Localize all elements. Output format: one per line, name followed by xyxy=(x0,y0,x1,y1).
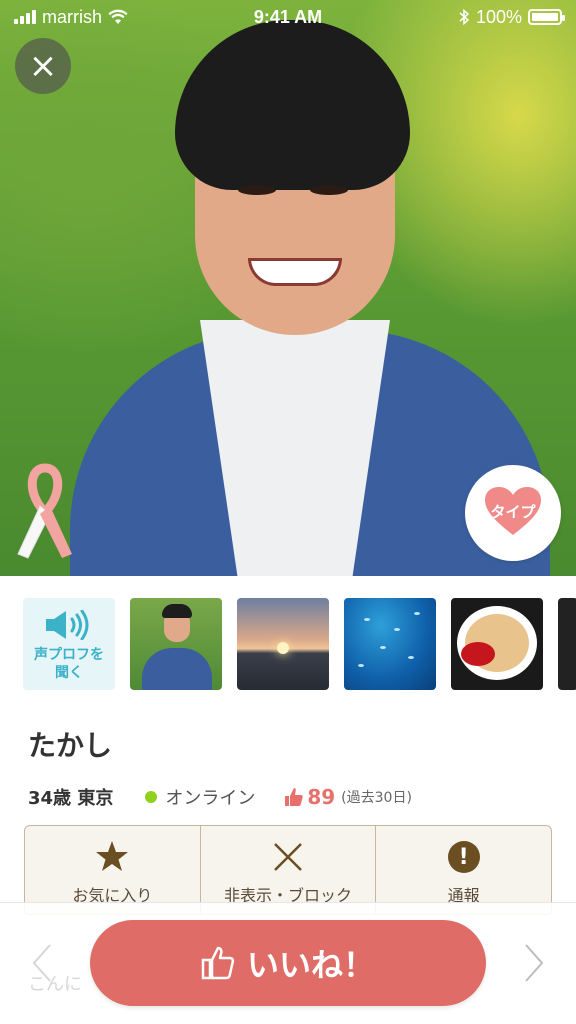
thumbs-up-icon xyxy=(285,788,304,806)
voice-profile-label: 声プロフを聞く xyxy=(34,647,104,681)
close-button[interactable]: × xyxy=(15,38,71,94)
star-icon xyxy=(96,841,129,871)
type-button[interactable]: タイプ xyxy=(465,465,561,561)
next-profile-button[interactable] xyxy=(514,938,554,988)
wifi-icon xyxy=(108,9,128,24)
thumbs-up-outline-icon xyxy=(201,946,235,980)
status-time: 9:41 AM xyxy=(253,6,323,27)
like-button-label: いいね！ xyxy=(246,946,375,984)
thumbnail-night[interactable] xyxy=(558,598,576,690)
exclamation-icon: ! xyxy=(447,841,480,873)
thumbnail-underwater[interactable] xyxy=(344,598,436,690)
profile-info: 34歳 東京 オンライン 89 (過去30日) xyxy=(28,784,412,810)
online-label: オンライン xyxy=(165,788,256,809)
battery-icon xyxy=(527,9,565,25)
chevron-right-icon xyxy=(525,944,544,982)
carrier-name: marrish xyxy=(42,6,103,27)
x-icon xyxy=(274,843,302,871)
voice-profile-button[interactable]: 声プロフを聞く xyxy=(23,598,115,690)
thumbnail-sunset[interactable] xyxy=(237,598,329,690)
photo-eye-left xyxy=(238,185,276,195)
age-location: 34歳 東京 xyxy=(28,788,114,809)
bottom-bar-divider xyxy=(0,902,576,903)
status-bar: marrish 9:41 AM 100% xyxy=(0,0,576,34)
speaker-icon xyxy=(46,610,89,640)
thumbnail-person[interactable] xyxy=(130,598,222,690)
hide-block-button[interactable]: 非表示・ブロック xyxy=(201,826,377,914)
close-icon: × xyxy=(28,46,58,86)
signal-icon xyxy=(14,10,36,24)
thumbnail-ramen[interactable] xyxy=(451,598,543,690)
photo-hair xyxy=(175,20,410,190)
online-dot-icon xyxy=(145,791,158,803)
online-status: オンライン xyxy=(145,784,255,810)
photo-eye-right xyxy=(310,185,348,195)
report-button[interactable]: ! 通報 xyxy=(376,826,551,914)
likes-period: (過去30日) xyxy=(341,790,412,806)
likes-stat: 89 (過去30日) xyxy=(285,785,412,809)
type-label: タイプ xyxy=(490,502,536,521)
bluetooth-icon xyxy=(459,8,470,26)
photo-thumbnails: 声プロフを聞く xyxy=(23,598,576,690)
ribbon-icon xyxy=(17,463,72,559)
likes-count: 89 xyxy=(307,785,336,809)
battery-percent: 100% xyxy=(475,6,522,27)
chevron-left-icon xyxy=(32,944,51,982)
favorite-button[interactable]: お気に入り xyxy=(25,826,201,914)
photo-smile xyxy=(248,258,342,286)
like-button[interactable]: いいね！ xyxy=(90,920,486,1006)
profile-name: たかし xyxy=(28,729,113,762)
prev-profile-button[interactable] xyxy=(22,938,62,988)
